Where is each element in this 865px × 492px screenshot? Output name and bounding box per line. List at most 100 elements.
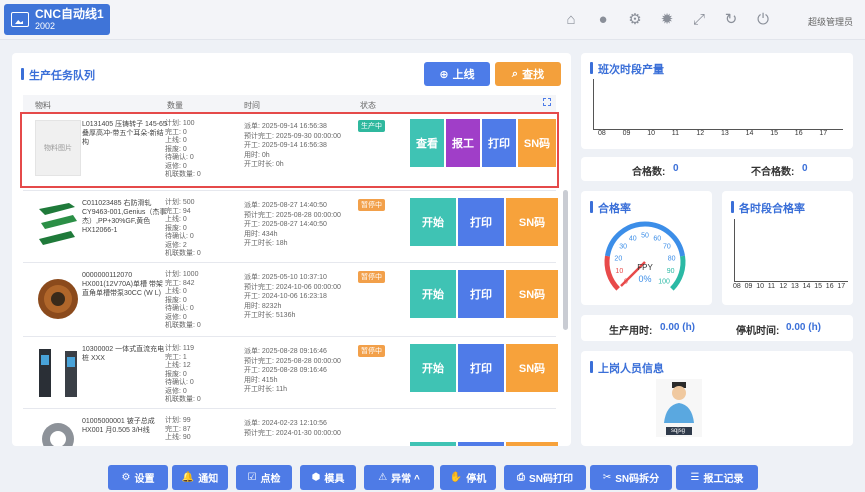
user-name[interactable]: 超级管理员 [808, 15, 853, 28]
material-text: 01005000001 铍子总成HX001 月0.505 3/H线 [82, 418, 155, 434]
stop-time-label: 停机时间: [736, 326, 780, 337]
notify-button[interactable]: 🔔 通知 [172, 465, 228, 490]
x-axis [593, 129, 843, 130]
staff-title: 上岗人员信息 [590, 360, 664, 376]
y-axis [734, 219, 735, 281]
quantity-block: 计划: 119 完工: 1 上线: 12 报废: 0 待确认: 0 返修: 0 … [165, 345, 245, 405]
sn-button[interactable]: SN码 [506, 344, 558, 392]
exception-button[interactable]: ⚠ 异常 ^ [364, 465, 434, 490]
app-switcher[interactable]: CNC自动线1 2002 [4, 4, 110, 35]
qty-online: 上线: 90 [165, 434, 191, 441]
print-button-partial[interactable] [458, 442, 504, 446]
sn-print-button[interactable]: ⎙ SN码打印 [504, 465, 586, 490]
table-row[interactable]: 01005000001 铍子总成HX001 月0.505 3/H线 计划: 99… [23, 409, 558, 446]
refresh-icon[interactable]: ↻ [715, 11, 747, 29]
gauge-unit: FPY [637, 263, 653, 272]
material-image [35, 271, 81, 327]
stop-time-value: 0.00 (h) [786, 322, 822, 333]
start-button[interactable]: 开始 [410, 270, 456, 318]
start-button[interactable]: 开始 [410, 198, 456, 246]
search-button[interactable]: ⌕ 查找 [495, 62, 561, 86]
start-button-partial[interactable] [410, 442, 456, 446]
print-button[interactable]: 打印 [458, 198, 504, 246]
table-header: 物料 数量 时间 状态 [23, 95, 556, 112]
settings-icon: ⚙ [121, 472, 131, 483]
scrollbar[interactable] [563, 190, 568, 330]
table-row[interactable]: C011023485 右防滑轧 CY9463-001,Genius（杰事杰）,P… [23, 191, 558, 263]
hour-tick-label: 08 [733, 283, 741, 290]
plus-circle-icon: ⊕ [439, 68, 449, 81]
qty-rework: 返修: 0 [165, 313, 187, 321]
sn-button[interactable]: SN码 [506, 198, 558, 246]
time-duration: 开工时长: 18h [244, 240, 288, 247]
mold-button[interactable]: ⬢ 模具 [300, 465, 356, 490]
qty-scrap: 报废: 0 [165, 224, 187, 232]
table-row[interactable]: 10300002 一体式直流充电桩 XXX 计划: 119 完工: 1 上线: … [23, 337, 558, 409]
time-duration: 开工时长: 11h [244, 386, 288, 393]
online-button-label: 上线 [452, 69, 475, 81]
expand-icon[interactable]: ⤢ [683, 11, 715, 29]
hour-tick-label: 16 [794, 130, 803, 137]
selected-row-highlight [20, 112, 559, 188]
user-icon[interactable]: ● [587, 11, 619, 29]
gauge-tick-label: 100 [658, 279, 670, 286]
app-title: CNC自动线1 [35, 6, 104, 21]
qty-rework: 返修: 2 [165, 241, 187, 249]
sn-split-label: SN码拆分 [615, 474, 660, 485]
stop-button[interactable]: ✋ 停机 [440, 465, 496, 490]
columns-icon[interactable] [543, 98, 551, 106]
staff-photo[interactable]: sqjsg [656, 379, 702, 437]
quality-count-panel: 合格数: 0 不合格数: 0 [581, 157, 853, 181]
settings-button[interactable]: ⚙ 设置 [108, 465, 168, 490]
sn-split-button[interactable]: ✂ SN码拆分 [590, 465, 672, 490]
material-text: C011023485 右防滑轧 CY9463-001,Genius（杰事杰）,P… [82, 200, 167, 234]
inspect-icon: ☑ [247, 472, 257, 483]
sun-icon[interactable]: ✹ [651, 11, 683, 29]
sn-button[interactable]: SN码 [506, 270, 558, 318]
time-used: 用时: 434h [244, 230, 278, 238]
hour-tick-label: 09 [622, 130, 631, 137]
qty-done: 完工: 1 [165, 353, 187, 361]
power-icon[interactable]: ⏻ [747, 11, 779, 29]
gauge-tick-label: 50 [641, 233, 649, 240]
pass-rate-panel: 合格率 0102030405060708090100FPY0% [581, 191, 712, 305]
material-text: 10300002 一体式直流充电桩 XXX [82, 346, 165, 362]
print-button[interactable]: 打印 [458, 344, 504, 392]
search-button-label: 查找 [522, 69, 545, 81]
qty-pending: 待确认: 0 [165, 233, 194, 240]
inspect-button[interactable]: ☑ 点检 [236, 465, 292, 490]
time-dispatch: 派单: 2025-08-27 14:40:50 [244, 202, 327, 209]
top-header: CNC自动线1 2002 ⌂ ● ⚙ ✹ ⤢ ↻ ⏻ 超级管理员 [0, 0, 865, 40]
qty-machine: 机联数量: 0 [165, 322, 201, 329]
gauge-tick-label: 60 [653, 235, 661, 242]
fail-count-label: 不合格数: [751, 167, 795, 178]
gear-icon[interactable]: ⚙ [619, 11, 651, 29]
online-button[interactable]: ⊕ 上线 [424, 62, 490, 86]
hour-tick-label: 16 [825, 283, 834, 290]
quantity-block: 计划: 1000 完工: 842 上线: 0 报废: 0 待确认: 0 返修: … [165, 271, 245, 331]
home-icon[interactable]: ⌂ [555, 11, 587, 29]
stop-label: 停机 [466, 474, 487, 485]
qty-scrap: 报废: 0 [165, 370, 187, 378]
table-row[interactable]: 0000000112070 HX001(12V70A)单槽 带架 直角单槽带泵3… [23, 263, 558, 337]
sn-button-partial[interactable] [506, 442, 558, 446]
hour-tick-label: 13 [791, 283, 799, 290]
pass-rate-gauge: 0102030405060708090100FPY0% [604, 221, 686, 291]
mold-label: 模具 [324, 474, 345, 485]
gauge-tick-label: 10 [615, 268, 623, 275]
settings-label: 设置 [134, 474, 155, 485]
pass-count-label: 合格数: [632, 167, 666, 178]
qty-online: 上线: 0 [165, 216, 187, 223]
report-log-button[interactable]: ☰ 报工记录 [676, 465, 758, 490]
qty-done: 完工: 87 [165, 425, 191, 433]
runtime-panel: 生产用时: 0.00 (h) 停机时间: 0.00 (h) [581, 315, 853, 341]
shift-output-panel: 班次时段产量 08 09 10 11 12 13 14 15 16 17 [581, 53, 853, 149]
notify-icon: 🔔 [181, 472, 195, 483]
start-button[interactable]: 开始 [410, 344, 456, 392]
print-button[interactable]: 打印 [458, 270, 504, 318]
time-duration: 开工时长: 5136h [244, 312, 296, 319]
hour-tick-label: 13 [721, 130, 729, 137]
status-badge: 暂停中 [358, 345, 385, 357]
image-icon [11, 12, 29, 27]
time-used: 用时: 415h [244, 376, 278, 384]
